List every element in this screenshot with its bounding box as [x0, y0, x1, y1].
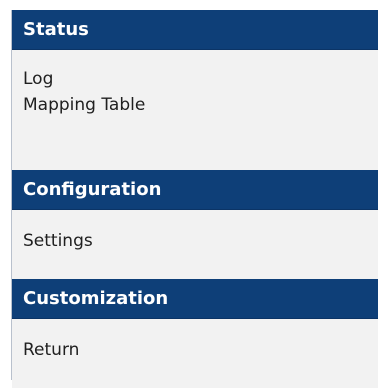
section-header-customization: Customization [12, 279, 378, 319]
sidebar-menu: Status Log Mapping Table Configuration S… [11, 10, 378, 388]
menu-item-mapping-table[interactable]: Mapping Table [23, 92, 378, 118]
section-header-configuration: Configuration [12, 170, 378, 210]
menu-item-return[interactable]: Return [23, 337, 378, 363]
menu-item-log[interactable]: Log [23, 66, 378, 92]
menu-item-settings[interactable]: Settings [23, 228, 378, 254]
section-customization-items: Return [12, 319, 378, 388]
section-configuration-items: Settings [12, 210, 378, 279]
section-header-status: Status [12, 10, 378, 50]
section-status-items: Log Mapping Table [12, 50, 378, 170]
